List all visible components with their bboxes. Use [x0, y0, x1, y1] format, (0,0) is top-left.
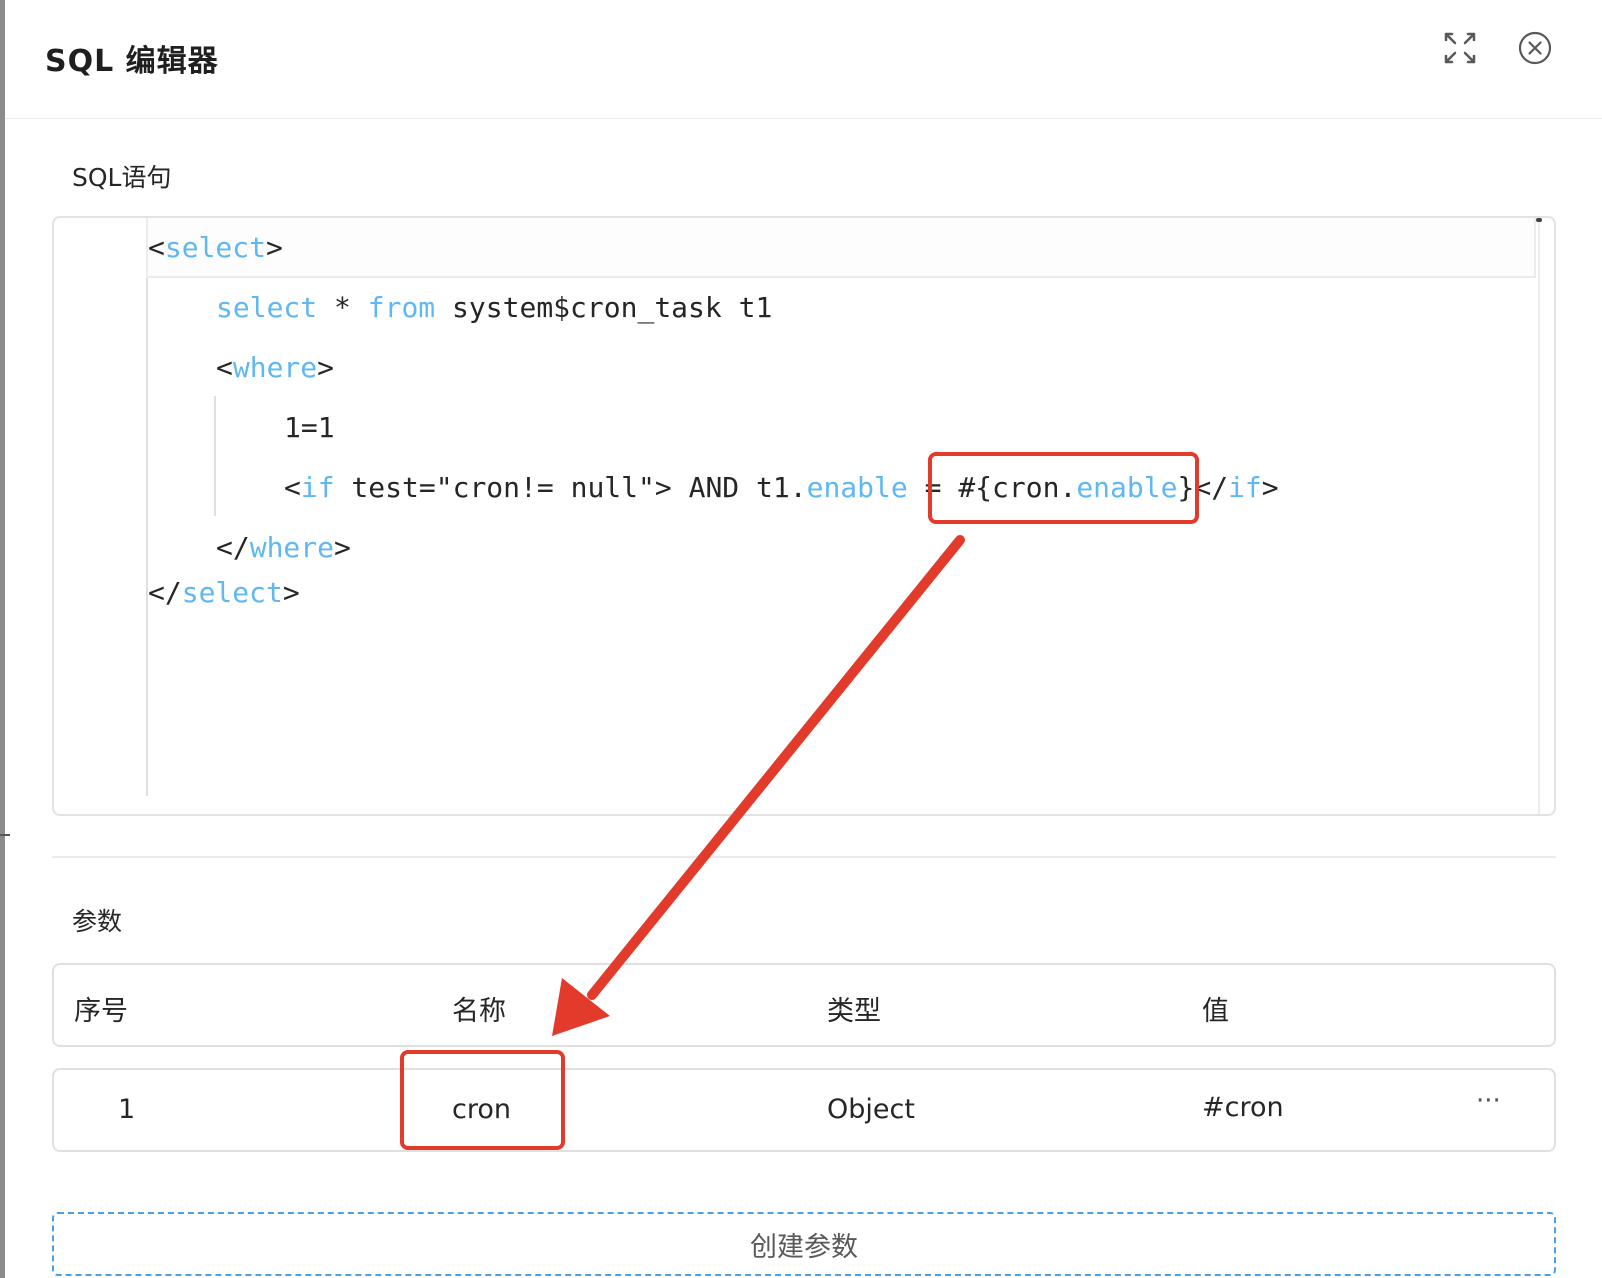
code-line-6: </where>	[216, 531, 351, 564]
params-table-header: 序号 名称 类型 值	[52, 963, 1556, 1047]
indent-guide	[214, 396, 216, 516]
param-index: 1	[118, 1094, 136, 1125]
column-header-index: 序号	[74, 996, 128, 1027]
editor-scrollbar[interactable]	[1538, 218, 1540, 814]
code-line-4: 1=1	[284, 411, 335, 444]
fullscreen-expand-icon[interactable]	[1442, 30, 1478, 66]
code-line-7: </select>	[148, 576, 300, 609]
section-divider	[52, 856, 1556, 858]
dialog-title: SQL 编辑器	[45, 44, 219, 79]
code-line-2: select * from system$cron_task t1	[216, 291, 773, 324]
indent-guide	[146, 278, 148, 796]
code-line-5: <if test="cron!= null"> AND t1.enable = …	[284, 471, 1279, 504]
dialog-header: SQL 编辑器	[5, 0, 1602, 119]
param-type[interactable]: Object	[827, 1094, 915, 1125]
table-row[interactable]: 1 cron Object #cron ···	[52, 1068, 1556, 1152]
param-name[interactable]: cron	[452, 1094, 511, 1125]
column-header-value: 值	[1202, 996, 1229, 1027]
window-left-edge	[0, 0, 5, 1278]
column-header-name: 名称	[452, 996, 506, 1027]
create-parameter-button[interactable]: 创建参数	[52, 1212, 1556, 1276]
column-header-type: 类型	[827, 996, 881, 1027]
close-circle-icon[interactable]	[1517, 30, 1553, 66]
sql-code-editor[interactable]: <select> select * from system$cron_task …	[52, 216, 1556, 816]
row-more-icon[interactable]: ···	[1476, 1086, 1501, 1116]
sql-section-label: SQL语句	[72, 163, 172, 192]
code-line-1: <select>	[148, 231, 283, 264]
params-section-label: 参数	[72, 907, 123, 936]
window-edge-marker	[0, 834, 10, 836]
param-value[interactable]: #cron	[1202, 1092, 1284, 1123]
editor-scroll-thumb[interactable]	[1536, 218, 1542, 222]
code-line-3: <where>	[216, 351, 335, 384]
active-line-highlight	[146, 218, 1536, 278]
